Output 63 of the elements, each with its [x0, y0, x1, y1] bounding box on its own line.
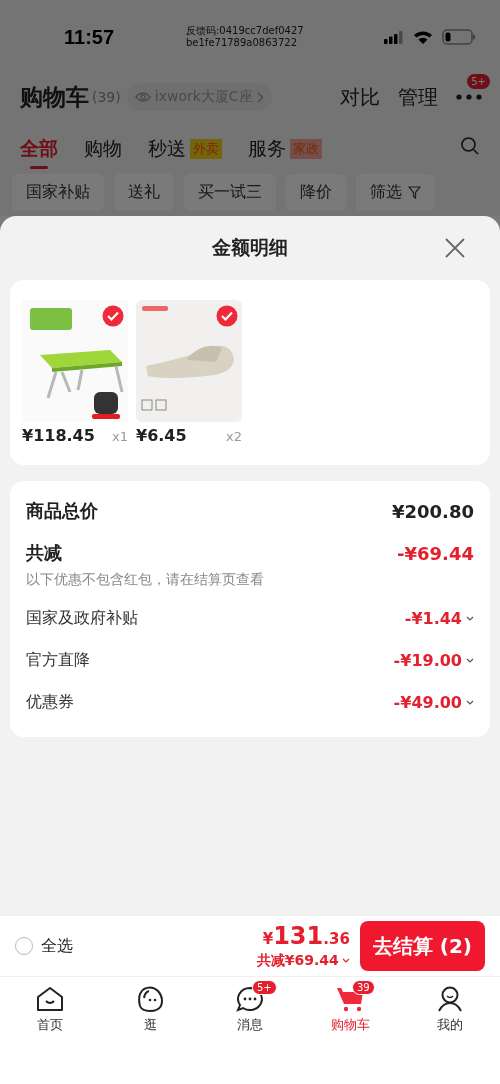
- chevron-down-icon: [466, 657, 474, 663]
- checkmark-icon[interactable]: [216, 305, 238, 327]
- feedback-code: 反馈码:0419cc7def0427: [186, 25, 304, 37]
- tab-tag: 外卖: [190, 139, 222, 159]
- more-icon[interactable]: [456, 94, 482, 100]
- house-icon: [36, 986, 64, 1012]
- product-quantity: x1: [112, 429, 128, 444]
- category-tab[interactable]: 服务 家政: [248, 128, 322, 170]
- discount-amount[interactable]: -¥1.44: [404, 608, 474, 628]
- funnel-icon: [408, 186, 421, 199]
- category-tab[interactable]: 全部: [20, 128, 58, 170]
- chevron-down-icon: [466, 699, 474, 705]
- select-all-label: 全选: [41, 935, 73, 957]
- saving-amount[interactable]: 共减¥69.44: [256, 951, 350, 970]
- discount-label: 官方直降: [26, 649, 90, 671]
- eye-icon: [134, 91, 151, 103]
- filter-chip[interactable]: 送礼: [114, 174, 174, 211]
- notification-badge: 5+: [252, 980, 277, 995]
- total-label: 商品总价: [26, 499, 98, 523]
- wifi-icon: [413, 29, 433, 45]
- tab-tag: 家政: [290, 139, 322, 159]
- discount-amount[interactable]: -¥49.00: [393, 692, 474, 712]
- filter-chip[interactable]: 国家补贴: [12, 174, 104, 211]
- status-time: 11:57: [64, 25, 116, 49]
- notification-badge: 39: [352, 980, 375, 995]
- discount-label: 国家及政府补贴: [26, 607, 138, 629]
- reduction-label: 共减: [26, 541, 62, 565]
- battery-icon: [442, 29, 476, 45]
- discount-amount[interactable]: -¥19.00: [393, 650, 474, 670]
- discount-note: 以下优惠不包含红包，请在结算页查看: [26, 571, 265, 589]
- checkmark-icon[interactable]: [102, 305, 124, 327]
- header-action[interactable]: 对比: [340, 83, 380, 111]
- filter-chip[interactable]: 买一试三: [184, 174, 276, 211]
- chevron-down-icon: [466, 615, 474, 621]
- category-tab[interactable]: 秒送 外卖: [148, 128, 222, 170]
- feedback-code: be1fe71789a0863722: [186, 37, 298, 49]
- total-value: ¥200.80: [392, 500, 474, 522]
- nav-tab[interactable]: 首页: [0, 978, 100, 1034]
- category-tab[interactable]: 购物: [84, 128, 122, 170]
- nav-tab[interactable]: 我的: [400, 978, 500, 1034]
- notification-badge: 5+: [467, 74, 490, 89]
- sheet-title: 金额明细: [212, 235, 288, 260]
- blob-face-icon: [136, 986, 164, 1012]
- nav-tab[interactable]: 5+ 消息: [200, 978, 300, 1034]
- page-title: 购物车: [20, 82, 89, 112]
- product-price: ¥6.45: [136, 426, 187, 445]
- reduction-value: -¥69.44: [397, 542, 474, 564]
- chevron-down-icon: [341, 958, 350, 963]
- nav-tab[interactable]: 39 购物车: [300, 978, 400, 1034]
- discount-label: 优惠券: [26, 691, 74, 713]
- filter-chip[interactable]: 降价: [286, 174, 346, 211]
- product-price: ¥118.45: [22, 426, 95, 445]
- signal-icon: [384, 30, 404, 44]
- person-icon: [436, 986, 464, 1012]
- header-action[interactable]: 管理: [398, 83, 438, 111]
- nav-tab[interactable]: 逛: [100, 978, 200, 1034]
- filter-button[interactable]: 筛选: [356, 174, 435, 211]
- close-icon[interactable]: [444, 237, 466, 259]
- checkout-button[interactable]: 去结算 (2): [359, 921, 485, 971]
- total-amount: ¥131.36: [262, 922, 350, 952]
- search-icon[interactable]: [460, 136, 480, 156]
- chevron-right-icon: [256, 91, 264, 103]
- product-quantity: x2: [226, 429, 242, 444]
